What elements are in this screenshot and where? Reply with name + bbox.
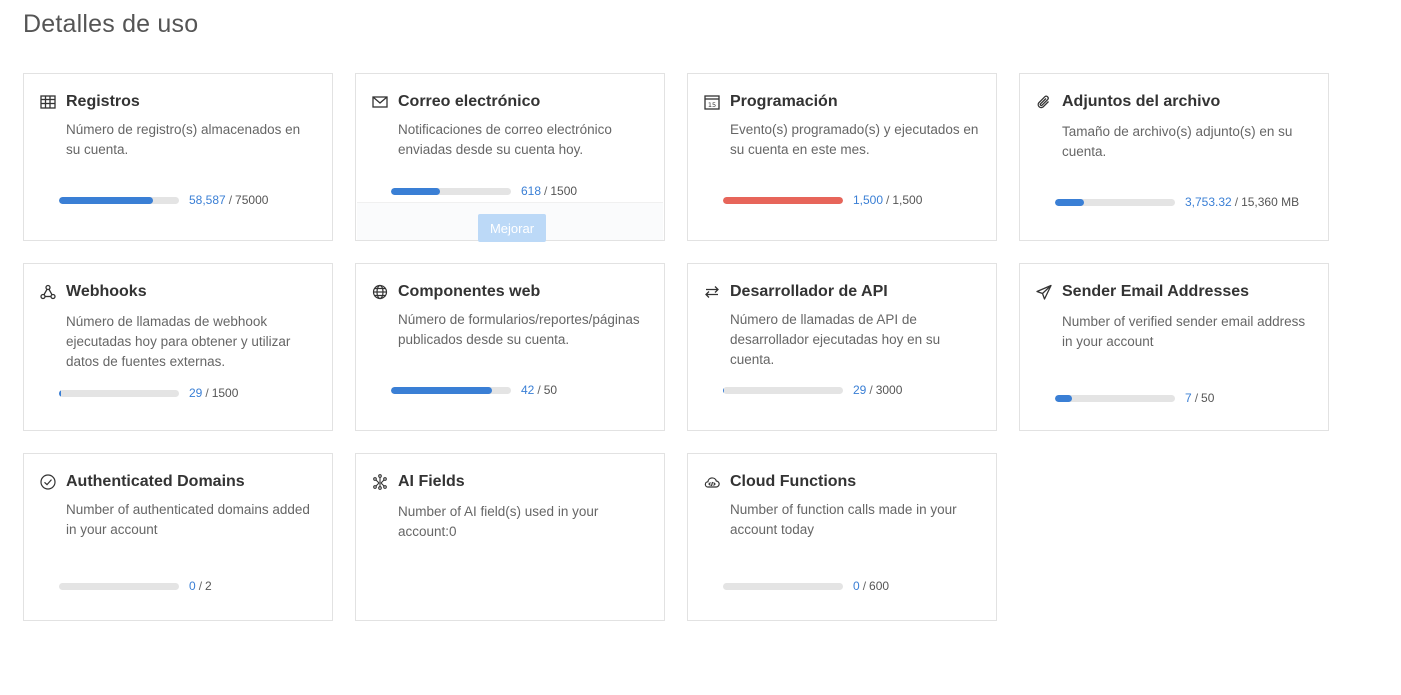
card-title: Programación	[730, 93, 838, 110]
card-description: Number of function calls made in your ac…	[730, 502, 957, 537]
progress-fill	[723, 196, 843, 204]
usage-meter: 29/3000	[723, 383, 902, 397]
card-description: Number of authenticated domains added in…	[66, 502, 310, 537]
paperclip-icon	[1034, 92, 1054, 112]
usage-card-correo: Correo electrónico Notificaciones de cor…	[355, 73, 665, 242]
globe-icon	[370, 282, 390, 302]
page-title: Detalles de uso	[23, 10, 199, 38]
arrows-exchange-icon	[702, 282, 722, 302]
card-title: Webhooks	[66, 283, 147, 300]
paper-plane-icon	[1034, 282, 1054, 302]
card-title: Authenticated Domains	[66, 473, 245, 490]
card-description: Tamaño de archivo(s) adjunto(s) en su cu…	[1062, 124, 1293, 159]
check-circle-icon	[38, 472, 58, 492]
progress-fill	[391, 187, 441, 195]
used-value: 58,587	[189, 193, 226, 207]
cloud-code-icon	[702, 472, 722, 492]
card-title: Desarrollador de API	[730, 283, 888, 300]
card-description: Number of AI field(s) used in your accou…	[398, 504, 599, 539]
progress-fill	[723, 386, 725, 394]
progress-bar	[59, 196, 179, 204]
usage-meter: 58,587/75000	[59, 193, 268, 207]
progress-fill	[59, 389, 62, 397]
usage-card-programacion: 15 Programación Evento(s) programado(s) …	[687, 73, 997, 241]
card-title: Correo electrónico	[398, 93, 541, 110]
usage-meter: 618/1500	[391, 184, 577, 198]
card-description: Evento(s) programado(s) y ejecutados en …	[730, 122, 979, 157]
card-description: Número de llamadas de webhook ejecutadas…	[66, 314, 291, 369]
used-value: 29	[853, 383, 867, 397]
usage-card-authenticated-domains: Authenticated Domains Number of authenti…	[23, 453, 333, 621]
webhook-icon	[38, 282, 58, 302]
usage-card-webhooks: Webhooks Número de llamadas de webhook e…	[23, 263, 333, 431]
used-value: 7	[1185, 391, 1192, 405]
usage-meter: 42/50	[391, 383, 557, 397]
progress-bar	[1055, 394, 1175, 402]
progress-bar	[723, 386, 843, 394]
used-value: 0	[189, 579, 196, 593]
progress-bar	[1055, 198, 1175, 206]
progress-fill	[59, 196, 153, 204]
usage-card-adjuntos: Adjuntos del archivo Tamaño de archivo(s…	[1019, 73, 1329, 241]
card-title: Registros	[66, 93, 140, 110]
total-value: 3000	[875, 383, 903, 397]
upgrade-button[interactable]: Mejorar	[478, 214, 546, 242]
total-value: 50	[543, 383, 558, 397]
total-value: 1,500	[892, 193, 923, 207]
usage-card-registros: Registros Número de registro(s) almacena…	[23, 73, 333, 241]
usage-meter: 1,500/1,500	[723, 193, 922, 207]
table-icon	[38, 92, 58, 112]
used-value: 42	[521, 383, 535, 397]
progress-bar	[391, 386, 511, 394]
progress-fill	[1055, 394, 1072, 402]
total-value: 2	[205, 579, 212, 593]
total-value: 75000	[235, 193, 269, 207]
progress-bar	[59, 582, 179, 590]
total-value: 15,360 MB	[1241, 195, 1300, 209]
envelope-icon	[370, 92, 390, 112]
card-title: AI Fields	[398, 473, 465, 490]
usage-meter: 0/2	[59, 579, 212, 593]
usage-meter: 7/50	[1055, 391, 1214, 405]
card-description: Notificaciones de correo electrónico env…	[398, 122, 612, 157]
used-value: 618	[521, 184, 542, 198]
total-value: 1500	[550, 184, 578, 198]
total-value: 600	[869, 579, 890, 593]
usage-meter: 0/600	[723, 579, 889, 593]
card-title: Componentes web	[398, 283, 541, 300]
ai-nodes-icon	[370, 472, 390, 492]
usage-meter: 3,753.32/15,360 MB	[1055, 195, 1299, 209]
calendar-icon: 15	[702, 92, 722, 112]
card-description: Número de formularios/reportes/páginas p…	[398, 312, 640, 347]
card-title: Cloud Functions	[730, 473, 857, 490]
card-title: Sender Email Addresses	[1062, 283, 1250, 300]
card-description: Number of verified sender email address …	[1062, 314, 1306, 349]
used-value: 29	[189, 386, 203, 400]
usage-card-cloud-functions: Cloud Functions Number of function calls…	[687, 453, 997, 621]
card-description: Número de registro(s) almacenados en su …	[66, 122, 301, 157]
usage-card-componentes-web: Componentes web Número de formularios/re…	[355, 263, 665, 431]
total-value: 50	[1201, 391, 1215, 405]
used-value: 1,500	[853, 193, 884, 207]
progress-bar	[723, 196, 843, 204]
progress-bar	[723, 582, 843, 590]
used-value: 3,753.32	[1185, 195, 1232, 209]
svg-text:15: 15	[708, 101, 716, 109]
card-description: Número de llamadas de API de desarrollad…	[730, 312, 941, 367]
total-value: 1500	[211, 386, 239, 400]
usage-meter: 29/1500	[59, 386, 238, 400]
usage-card-ai-fields: AI Fields Number of AI field(s) used in …	[355, 453, 665, 621]
upgrade-strip: Mejorar	[357, 202, 663, 242]
used-value: 0	[853, 579, 860, 593]
progress-bar	[391, 187, 511, 195]
progress-fill	[391, 386, 492, 394]
usage-card-sender-email: Sender Email Addresses Number of verifie…	[1019, 263, 1329, 431]
usage-card-api: Desarrollador de API Número de llamadas …	[687, 263, 997, 431]
progress-bar	[59, 389, 179, 397]
card-title: Adjuntos del archivo	[1062, 93, 1221, 110]
progress-fill	[1055, 198, 1084, 206]
